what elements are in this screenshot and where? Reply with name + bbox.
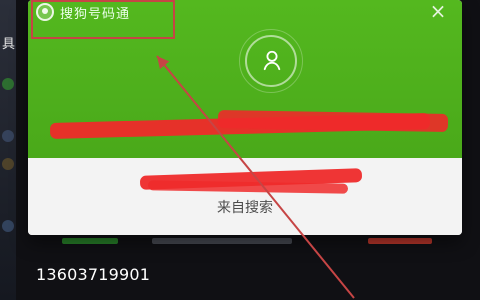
source-label: 来自搜索	[217, 200, 273, 216]
annotation-highlight-box	[31, 0, 175, 39]
redaction-mark	[147, 180, 349, 194]
background-left-sidebar: 具	[0, 0, 16, 300]
background-action-bar-red	[368, 238, 432, 244]
background-sidebar-icon	[2, 220, 14, 232]
close-icon: ×	[429, 0, 447, 23]
background-action-bar-green	[62, 238, 118, 244]
background-sidebar-icon	[2, 78, 14, 90]
background-sidebar-icon	[2, 158, 14, 170]
background-action-bar-gray	[152, 238, 292, 244]
background-left-label: 具	[2, 37, 16, 52]
user-icon	[263, 50, 281, 71]
phone-number: 13603719901	[36, 265, 151, 284]
background-sidebar-icon	[2, 130, 14, 142]
close-button[interactable]: ×	[424, 0, 452, 22]
avatar	[239, 29, 303, 93]
